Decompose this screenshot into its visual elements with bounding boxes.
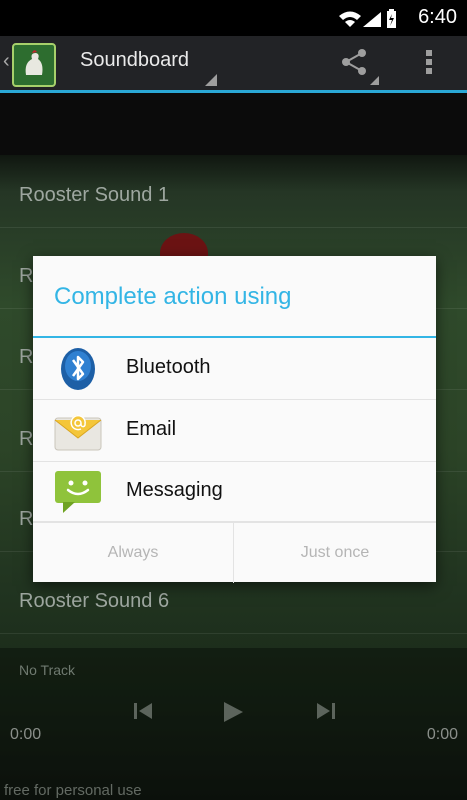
list-item-label: R xyxy=(19,265,34,287)
complete-action-dialog: Complete action using Bluetooth Email Me… xyxy=(33,256,436,583)
email-icon xyxy=(53,408,103,454)
dialog-title: Complete action using xyxy=(54,283,292,310)
footer-note: free for personal use xyxy=(4,782,142,799)
header-band xyxy=(0,93,467,155)
previous-icon[interactable] xyxy=(132,700,154,726)
play-icon[interactable] xyxy=(221,700,245,728)
bluetooth-icon xyxy=(53,346,103,392)
option-email[interactable]: Email xyxy=(33,400,436,462)
app-title[interactable]: Soundboard xyxy=(80,49,189,72)
option-bluetooth[interactable]: Bluetooth xyxy=(33,338,436,400)
player-bar: No Track 0:00 0:00 xyxy=(0,648,467,800)
share-spinner-indicator xyxy=(370,76,379,85)
rooster-app-icon[interactable] xyxy=(12,43,56,87)
total-time: 0:00 xyxy=(426,726,458,743)
signal-icon xyxy=(363,12,381,27)
status-bar: 6:40 xyxy=(0,0,467,36)
list-item-label: R xyxy=(19,428,34,450)
status-clock: 6:40 xyxy=(418,6,457,28)
messaging-icon xyxy=(53,469,103,515)
option-label: Email xyxy=(126,418,177,440)
list-item[interactable]: Rooster Sound 1 xyxy=(0,167,467,228)
option-label: Messaging xyxy=(126,479,223,501)
always-button[interactable]: Always xyxy=(33,522,234,583)
track-name: No Track xyxy=(19,662,76,678)
wifi-icon xyxy=(339,11,361,27)
list-item-label: Rooster Sound 1 xyxy=(19,184,170,206)
action-bar: ‹ Soundboard xyxy=(0,36,467,93)
list-item-label: R xyxy=(19,346,34,368)
status-icons xyxy=(337,8,397,34)
option-label: Bluetooth xyxy=(126,356,211,378)
next-icon[interactable] xyxy=(315,700,337,726)
list-item-label: R xyxy=(19,508,34,530)
elapsed-time: 0:00 xyxy=(10,726,42,743)
option-messaging[interactable]: Messaging xyxy=(33,461,436,523)
list-item-label: Rooster Sound 6 xyxy=(19,590,170,612)
share-icon[interactable] xyxy=(340,48,368,80)
just-once-button[interactable]: Just once xyxy=(234,522,436,583)
spinner-indicator xyxy=(205,74,217,86)
overflow-menu-icon[interactable] xyxy=(424,48,434,80)
up-chevron-icon[interactable]: ‹ xyxy=(3,50,10,73)
dialog-button-row: Always Just once xyxy=(33,521,436,583)
battery-icon xyxy=(387,9,396,28)
